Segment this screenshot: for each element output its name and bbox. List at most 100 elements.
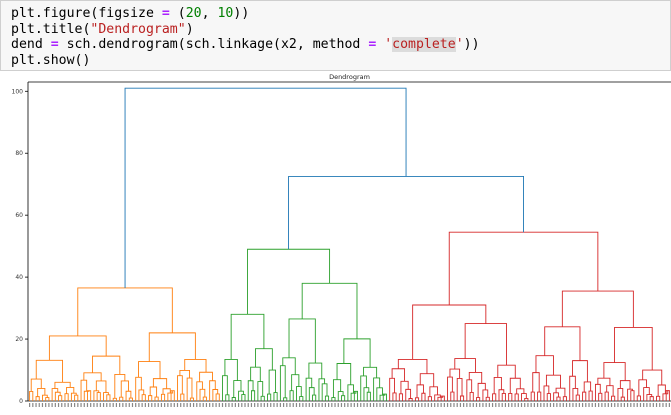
leaf-label (520, 403, 523, 407)
leaf-label (231, 403, 233, 407)
link (112, 397, 117, 401)
link (189, 397, 195, 401)
leaf-label (64, 403, 66, 407)
leaf-label (228, 403, 230, 407)
leaf-label (434, 403, 436, 407)
link (324, 395, 330, 401)
link (389, 377, 395, 401)
leaf-label (125, 403, 127, 407)
leaf-label (437, 403, 439, 407)
leaf-label (363, 403, 365, 407)
leaf-label (524, 403, 526, 407)
link (74, 394, 79, 401)
link (215, 393, 220, 401)
link (562, 396, 567, 401)
link (450, 391, 455, 401)
leaf-label (607, 403, 609, 407)
link (279, 365, 286, 401)
link (468, 372, 483, 384)
code-line: dend = sch.dendrogram(sch.linkage(x2, me… (11, 37, 480, 52)
link (561, 290, 634, 328)
link (636, 395, 641, 401)
leaf-label (328, 403, 330, 407)
leaf-label (562, 403, 564, 407)
leaf-label (514, 403, 516, 407)
leaf-label (405, 403, 407, 407)
leaf-label (32, 403, 34, 407)
leaf-label (575, 403, 577, 407)
code-token: = (50, 37, 59, 52)
leaf-label (48, 403, 50, 407)
leaf-label (430, 403, 433, 407)
code-token: complete (392, 37, 456, 52)
leaf-label (450, 403, 452, 407)
link (447, 376, 453, 401)
link (103, 392, 109, 401)
leaf-label (572, 403, 574, 407)
link (64, 393, 69, 401)
leaf-label (598, 403, 600, 407)
link (427, 396, 432, 401)
link (646, 394, 653, 401)
leaf-label (626, 403, 629, 407)
leaf-label (286, 403, 288, 407)
link (343, 338, 371, 368)
link (125, 390, 132, 401)
link (160, 393, 166, 401)
leaf-label (35, 403, 37, 407)
leaf-label (340, 403, 343, 407)
leaf-label (620, 403, 622, 407)
link (416, 384, 424, 398)
code-token: sch.dendrogram(sch.linkage(x2, method (58, 37, 369, 52)
y-tick-label: 20 (15, 336, 23, 343)
leaf-label (167, 403, 169, 407)
code-token: )) (233, 6, 250, 21)
link (514, 393, 519, 401)
link (291, 374, 300, 391)
link (476, 397, 481, 401)
leaf-label (472, 403, 474, 407)
link (283, 397, 288, 401)
leaf-label (440, 403, 442, 407)
link (301, 282, 358, 339)
leaf-label (591, 403, 593, 407)
leaf-label (80, 403, 82, 407)
leaf-label (411, 403, 413, 407)
link (405, 388, 412, 401)
leaf-label (659, 403, 661, 407)
code-block[interactable]: plt.figure(figsize = (20, 10)) plt.title… (11, 6, 480, 68)
link (48, 335, 107, 361)
link (241, 394, 246, 401)
leaf-label (164, 403, 166, 407)
link (521, 393, 527, 401)
link (657, 384, 666, 397)
leaf-label (652, 403, 654, 407)
link (202, 396, 207, 401)
leaf-label (565, 403, 568, 407)
link (321, 383, 328, 401)
link (138, 389, 145, 401)
leaf-label (543, 403, 545, 407)
leaf-label (344, 403, 346, 407)
link (260, 395, 265, 401)
link (30, 378, 42, 392)
leaf-label (373, 403, 375, 407)
y-tick-label: 0 (19, 398, 23, 405)
leaf-label (257, 403, 259, 407)
link (177, 375, 183, 401)
leaf-label (315, 403, 317, 407)
link (642, 369, 663, 386)
link (296, 386, 302, 401)
link (492, 393, 497, 401)
link (141, 394, 146, 401)
link (582, 391, 587, 401)
link (497, 364, 516, 379)
leaf-label (90, 403, 92, 407)
link (83, 372, 102, 381)
leaf-label (594, 403, 597, 407)
leaf-label (266, 403, 269, 407)
code-cell[interactable]: plt.figure(figsize = (20, 10)) plt.title… (0, 0, 671, 71)
leaf-label (38, 403, 40, 407)
link (598, 392, 603, 401)
leaf-label (459, 403, 462, 407)
